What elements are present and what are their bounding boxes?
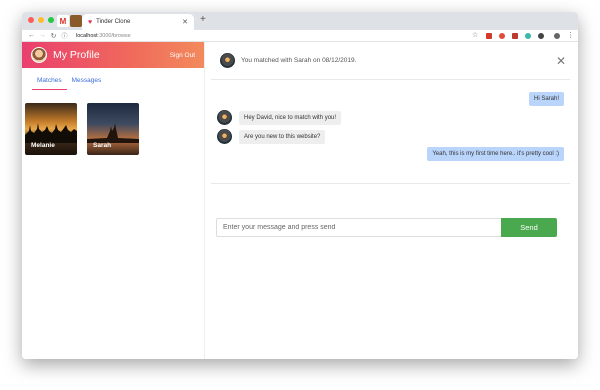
- message-list: Hi Sarah! Hey David, nice to match with …: [211, 80, 570, 184]
- message-bubble-incoming: Hey David, nice to match with you!: [239, 111, 342, 125]
- url-host: localhost: [76, 32, 98, 39]
- matches-list: Melanie Sarah: [22, 103, 204, 155]
- minimize-window-button[interactable]: [38, 17, 44, 23]
- extension-icon[interactable]: [525, 33, 531, 39]
- menu-kebab-icon[interactable]: ⋮: [567, 31, 574, 39]
- avatar: [220, 53, 235, 68]
- url-field[interactable]: localhost:3000/browse: [76, 33, 131, 39]
- chat-panel: You matched with Sarah on 08/12/2019. ✕ …: [205, 42, 578, 359]
- match-card-melanie[interactable]: Melanie: [25, 103, 77, 155]
- reload-icon[interactable]: ↻: [48, 32, 59, 40]
- profile-header: My Profile Sign Out: [22, 42, 204, 68]
- sidebar: My Profile Sign Out Matches Messages Mel…: [22, 42, 205, 359]
- message-composer: Send: [216, 218, 557, 237]
- url-path: :3000/browse: [97, 32, 131, 39]
- sunset-silhouette-image: [87, 123, 139, 143]
- message-input[interactable]: [216, 218, 501, 237]
- match-card-sarah[interactable]: Sarah: [87, 103, 139, 155]
- forward-arrow-icon[interactable]: →: [37, 32, 48, 39]
- match-name: Melanie: [31, 142, 55, 149]
- profile-avatar-icon[interactable]: [554, 33, 560, 39]
- browser-tab-bar: M ♥ Tinder Clone ✕ +: [22, 12, 578, 30]
- message-bubble-outgoing: Hi Sarah!: [528, 92, 564, 106]
- back-arrow-icon[interactable]: ←: [26, 32, 37, 39]
- tab-title: Tinder Clone: [96, 19, 131, 25]
- match-header: You matched with Sarah on 08/12/2019.: [211, 42, 570, 80]
- extension-icon[interactable]: [538, 33, 544, 39]
- tab-matches[interactable]: Matches: [32, 76, 67, 90]
- gmail-pinned-tab-icon[interactable]: M: [57, 15, 69, 27]
- star-icon[interactable]: ☆: [472, 31, 478, 39]
- info-icon[interactable]: ⓘ: [59, 31, 70, 40]
- extension-icon[interactable]: [499, 33, 505, 39]
- address-bar: ← → ↻ ⓘ localhost:3000/browse ☆ ⋮: [22, 30, 578, 42]
- heart-icon: ♥: [88, 18, 93, 26]
- window-controls: [28, 17, 54, 23]
- message-bubble-incoming: Are you new to this website?: [239, 130, 326, 144]
- new-tab-button[interactable]: +: [200, 14, 206, 25]
- extension-icon[interactable]: [486, 33, 492, 39]
- sign-out-button[interactable]: Sign Out: [170, 52, 195, 59]
- match-info-text: You matched with Sarah on 08/12/2019.: [241, 57, 357, 64]
- pinned-tab-icon[interactable]: [70, 15, 82, 27]
- match-name: Sarah: [93, 142, 112, 149]
- avatar: [217, 110, 232, 125]
- sidebar-tabs: Matches Messages: [22, 76, 204, 90]
- concert-crowd-image: [25, 123, 77, 143]
- avatar: [217, 129, 232, 144]
- extension-icon[interactable]: [512, 33, 518, 39]
- profile-title[interactable]: My Profile: [53, 49, 100, 61]
- close-icon[interactable]: ✕: [556, 54, 566, 68]
- message-bubble-outgoing: Yeah, this is my first time here.. it's …: [427, 147, 564, 161]
- send-button[interactable]: Send: [501, 218, 557, 237]
- app-content: My Profile Sign Out Matches Messages Mel…: [22, 42, 578, 359]
- avatar[interactable]: [31, 47, 47, 63]
- browser-window: M ♥ Tinder Clone ✕ + ← → ↻ ⓘ localhost:3…: [22, 12, 578, 359]
- tab-close-icon[interactable]: ✕: [182, 18, 188, 26]
- close-window-button[interactable]: [28, 17, 34, 23]
- tab-tinder-clone[interactable]: ♥ Tinder Clone ✕: [82, 14, 194, 30]
- tab-messages[interactable]: Messages: [67, 76, 107, 90]
- maximize-window-button[interactable]: [48, 17, 54, 23]
